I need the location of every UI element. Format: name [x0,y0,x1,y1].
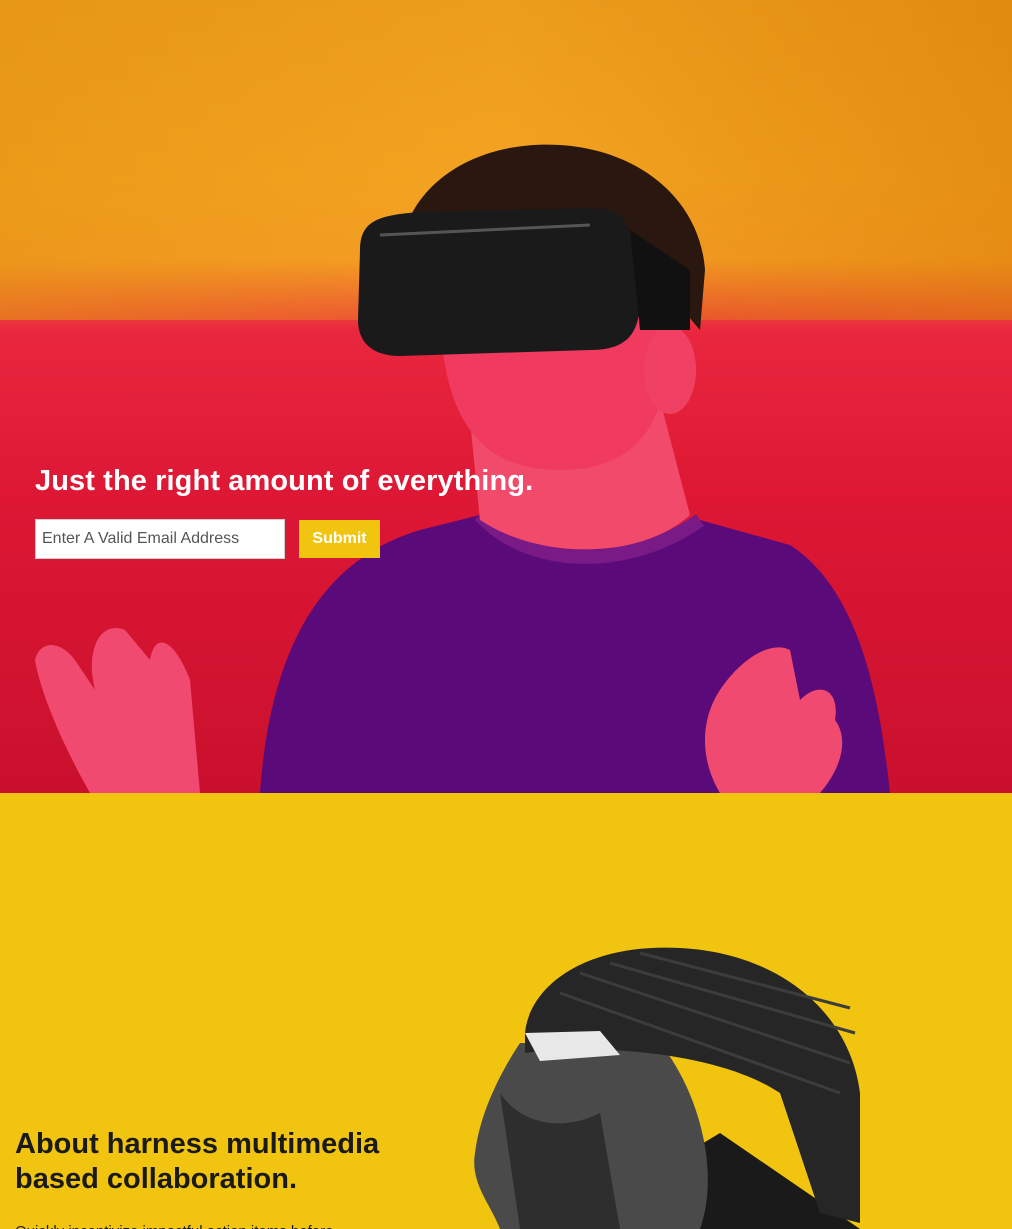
hero-content: Just the right amount of everything. Sub… [35,462,735,559]
email-input[interactable] [35,519,285,559]
hero-title: Just the right amount of everything. [35,465,534,497]
left-hand-shape [35,628,200,793]
about-text: Quickly incentivize impactful action ite… [15,1221,375,1229]
hero-image [35,144,890,793]
hero-section: Just the right amount of everything. Sub… [0,0,1012,793]
signup-form: Submit [35,519,735,559]
about-title: About harness multimedia based collabora… [15,1128,380,1195]
about-section: About harness multimedia based collabora… [0,793,1012,1229]
submit-button[interactable]: Submit [299,520,380,558]
ear-shape [644,326,696,414]
